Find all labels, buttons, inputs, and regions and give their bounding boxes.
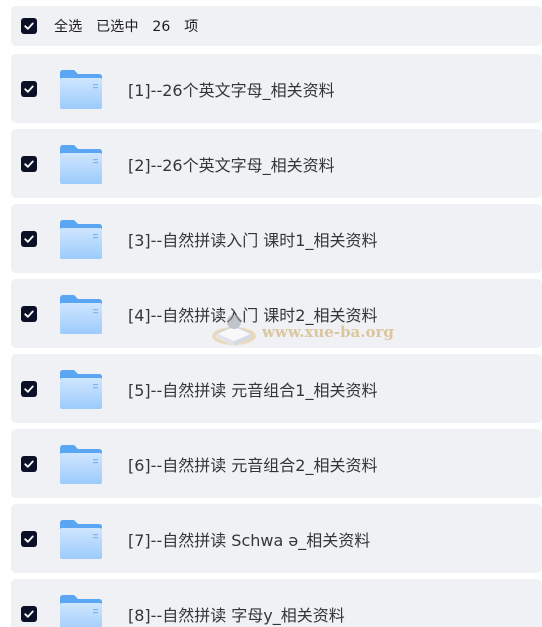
folder-row[interactable]: [6]--自然拼读 元音组合2_相关资料 xyxy=(11,429,542,498)
row-checkbox[interactable] xyxy=(21,380,37,397)
folder-icon xyxy=(60,294,102,334)
folder-name[interactable]: [3]--自然拼读入门 课时1_相关资料 xyxy=(128,227,377,251)
folder-icon xyxy=(60,444,102,484)
folder-icon xyxy=(60,144,102,184)
folder-row[interactable]: [2]--26个英文字母_相关资料 xyxy=(11,129,542,198)
select-all-label[interactable]: 全选 xyxy=(54,19,82,35)
row-checkbox[interactable] xyxy=(21,80,37,97)
row-checkbox[interactable] xyxy=(21,605,37,622)
folder-row[interactable]: [1]--26个英文字母_相关资料 xyxy=(11,54,542,123)
checkmark-icon xyxy=(24,535,34,543)
folder-name[interactable]: [2]--26个英文字母_相关资料 xyxy=(128,152,335,176)
select-all-checkbox[interactable] xyxy=(21,18,37,34)
folder-name[interactable]: [4]--自然拼读入门 课时2_相关资料 xyxy=(128,302,377,326)
checkmark-icon xyxy=(24,385,34,393)
row-checkbox[interactable] xyxy=(21,155,37,172)
selected-prefix: 已选中 xyxy=(96,19,139,35)
folder-name[interactable]: [5]--自然拼读 元音组合1_相关资料 xyxy=(128,377,377,401)
checkmark-icon xyxy=(24,160,34,168)
checkmark-icon xyxy=(24,22,34,30)
folder-name[interactable]: [1]--26个英文字母_相关资料 xyxy=(128,77,335,101)
folder-icon xyxy=(60,219,102,259)
selected-count: 26 xyxy=(152,19,171,35)
selection-summary: 全选 已选中 26 项 xyxy=(54,16,207,36)
folder-row[interactable]: [7]--自然拼读 Schwa ə_相关资料 xyxy=(11,504,542,573)
row-checkbox[interactable] xyxy=(21,530,37,547)
folder-icon xyxy=(60,369,102,409)
folder-name[interactable]: [6]--自然拼读 元音组合2_相关资料 xyxy=(128,452,377,476)
folder-name[interactable]: [7]--自然拼读 Schwa ə_相关资料 xyxy=(128,527,370,551)
folder-icon xyxy=(60,594,102,627)
selected-suffix: 项 xyxy=(184,19,199,35)
checkmark-icon xyxy=(24,460,34,468)
file-selection-page: 全选 已选中 26 项 [1]--26个英文字母_相关资料 [2]--26个英文字… xyxy=(0,0,542,627)
select-all-bar: 全选 已选中 26 项 xyxy=(11,6,542,46)
folder-icon xyxy=(60,519,102,559)
checkmark-icon xyxy=(24,610,34,618)
checkmark-icon xyxy=(24,235,34,243)
row-checkbox[interactable] xyxy=(21,305,37,322)
checkmark-icon xyxy=(24,85,34,93)
folder-row[interactable]: [5]--自然拼读 元音组合1_相关资料 xyxy=(11,354,542,423)
row-checkbox[interactable] xyxy=(21,230,37,247)
folder-name[interactable]: [8]--自然拼读 字母y_相关资料 xyxy=(128,602,345,626)
folder-row[interactable]: [4]--自然拼读入门 课时2_相关资料 xyxy=(11,279,542,348)
checkmark-icon xyxy=(24,310,34,318)
row-checkbox[interactable] xyxy=(21,455,37,472)
folder-row[interactable]: [8]--自然拼读 字母y_相关资料 xyxy=(11,579,542,627)
folder-list: [1]--26个英文字母_相关资料 [2]--26个英文字母_相关资料 [3]--自… xyxy=(11,54,542,627)
folder-row[interactable]: [3]--自然拼读入门 课时1_相关资料 xyxy=(11,204,542,273)
folder-icon xyxy=(60,69,102,109)
